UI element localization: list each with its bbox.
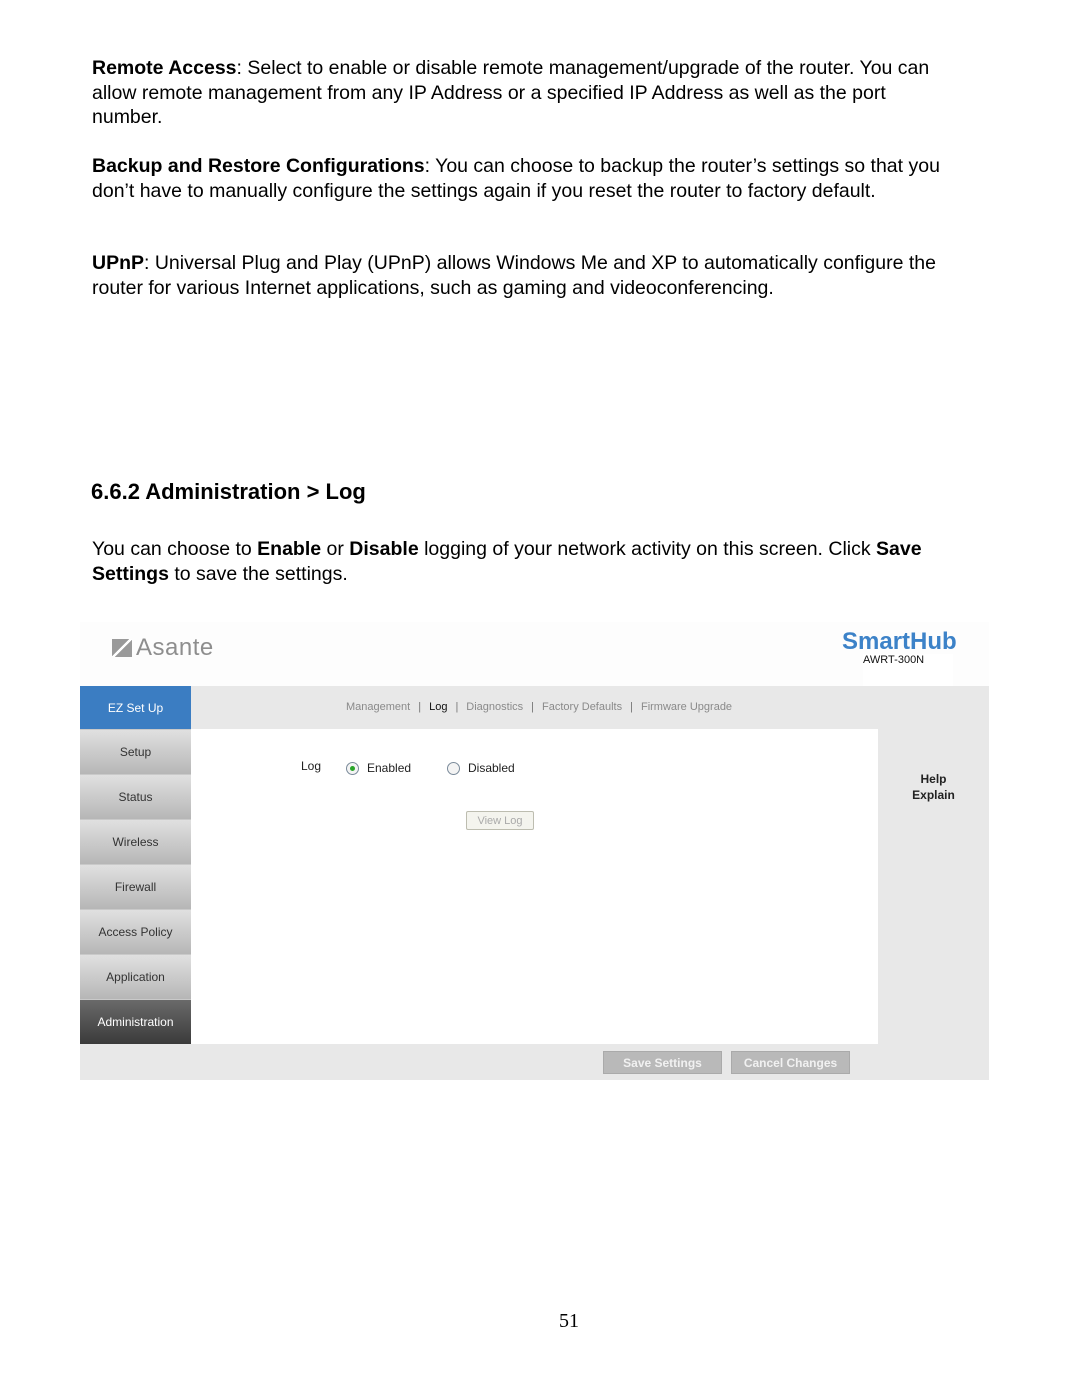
- radio-checked-icon[interactable]: [346, 761, 359, 775]
- intro-text: or: [321, 538, 350, 560]
- radio-enabled[interactable]: Enabled: [346, 761, 411, 775]
- asante-logo-icon: [112, 639, 132, 657]
- term-remote-access: Remote Access: [92, 57, 237, 79]
- section-heading: 6.6.2 Administration > Log: [91, 479, 366, 504]
- intro-paragraph: You can choose to Enable or Disable logg…: [92, 537, 952, 586]
- sidebar: EZ Set Up Setup Status Wireless Firewall…: [80, 686, 191, 1045]
- paragraph-text: : Universal Plug and Play (UPnP) allows …: [92, 252, 936, 299]
- sidebar-item-setup[interactable]: Setup: [80, 730, 191, 775]
- subnav-separator: |: [630, 701, 633, 713]
- logo-text: Asante: [136, 634, 214, 661]
- subnav-factory-defaults[interactable]: Factory Defaults: [542, 701, 622, 713]
- help-explain-link[interactable]: Explain: [878, 787, 989, 803]
- view-log-button[interactable]: View Log: [466, 811, 534, 830]
- intro-text: logging of your network activity on this…: [418, 538, 877, 560]
- sidebar-item-access-policy[interactable]: Access Policy: [80, 910, 191, 955]
- model-name: AWRT-300N: [863, 654, 925, 666]
- smarthub-brand: SmartHub: [842, 628, 957, 655]
- sidebar-item-status[interactable]: Status: [80, 775, 191, 820]
- sidebar-item-application[interactable]: Application: [80, 955, 191, 1000]
- term-upnp: UPnP: [92, 252, 145, 274]
- sidebar-item-administration[interactable]: Administration: [80, 1000, 191, 1045]
- radio-disabled[interactable]: Disabled: [447, 761, 515, 775]
- footer-left: [80, 1044, 191, 1080]
- subnav-log[interactable]: Log: [429, 701, 447, 713]
- cancel-changes-button[interactable]: Cancel Changes: [731, 1051, 850, 1074]
- router-header: Asante SmartHub AWRT-300N: [80, 622, 989, 688]
- subnav-separator: |: [455, 701, 459, 713]
- term-backup-restore: Backup and Restore Configurations: [92, 155, 425, 177]
- help-title: Help: [920, 772, 947, 786]
- intro-text: You can choose to: [92, 538, 258, 560]
- log-label: Log: [301, 759, 322, 773]
- intro-text: to save the settings.: [168, 562, 348, 585]
- help-panel: Help Explain: [878, 729, 989, 1044]
- subnav-diagnostics[interactable]: Diagnostics: [466, 701, 523, 713]
- term-disable: Disable: [349, 538, 419, 560]
- subnav: Management | Log | Diagnostics | Factory De…: [346, 701, 732, 713]
- radio-unchecked-icon[interactable]: [447, 761, 460, 775]
- page-number: 51: [559, 1310, 579, 1332]
- subnav-separator: |: [418, 701, 422, 713]
- asante-logo: Asante: [112, 634, 214, 662]
- backup-restore-paragraph: Backup and Restore Configurations: You c…: [92, 154, 952, 203]
- sidebar-item-wireless[interactable]: Wireless: [80, 820, 191, 865]
- footer-bar: Save Settings Cancel Changes: [191, 1044, 989, 1080]
- remote-access-paragraph: Remote Access: Select to enable or disab…: [92, 56, 952, 130]
- sidebar-item-firewall[interactable]: Firewall: [80, 865, 191, 910]
- radio-enabled-label: Enabled: [367, 761, 412, 775]
- sidebar-item-ez-setup[interactable]: EZ Set Up: [80, 686, 191, 730]
- log-settings-panel: Log Enabled Disabled View Log: [191, 729, 878, 1044]
- term-enable: Enable: [257, 538, 322, 560]
- upnp-paragraph: UPnP: Universal Plug and Play (UPnP) all…: [92, 251, 952, 300]
- subnav-bar: Management | Log | Diagnostics | Factory De…: [191, 686, 989, 729]
- radio-disabled-label: Disabled: [468, 761, 515, 775]
- router-screenshot: Asante SmartHub AWRT-300N Management | Lo…: [80, 622, 989, 1080]
- subnav-management[interactable]: Management: [346, 701, 410, 713]
- save-settings-button[interactable]: Save Settings: [603, 1051, 722, 1074]
- subnav-firmware-upgrade[interactable]: Firmware Upgrade: [641, 701, 732, 713]
- subnav-separator: |: [531, 701, 535, 713]
